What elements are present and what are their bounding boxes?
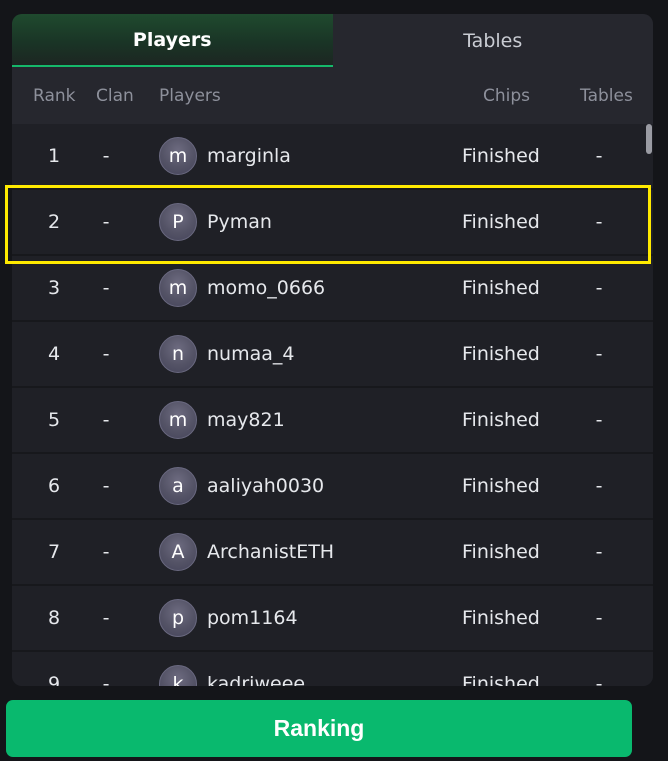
chips-cell: Finished: [462, 211, 540, 233]
chips-cell: Finished: [462, 145, 540, 167]
tables-cell: -: [595, 277, 603, 299]
tables-cell: -: [595, 541, 603, 563]
table-row[interactable]: 2 - P Pyman Finished -: [12, 190, 653, 256]
table-row[interactable]: 9 - k kadriweee Finished -: [12, 652, 653, 686]
player-name[interactable]: marginla: [207, 145, 291, 167]
leaderboard-panel: Players Tables Rank Clan Players Chips T…: [12, 14, 653, 686]
column-header-clan: Clan: [96, 86, 134, 106]
clan-cell: -: [102, 343, 110, 365]
tables-cell: -: [595, 673, 603, 686]
tab-tables[interactable]: Tables: [332, 14, 653, 67]
table-row[interactable]: 7 - A ArchanistETH Finished -: [12, 520, 653, 586]
column-header-chips: Chips: [483, 86, 531, 106]
player-name[interactable]: pom1164: [207, 607, 298, 629]
chips-cell: Finished: [462, 343, 540, 365]
avatar: m: [159, 401, 197, 439]
tab-bar: Players Tables: [12, 14, 653, 67]
table-row[interactable]: 8 - p pom1164 Finished -: [12, 586, 653, 652]
rank-cell: 2: [47, 211, 61, 233]
chips-cell: Finished: [462, 673, 540, 686]
chips-cell: Finished: [462, 277, 540, 299]
clan-cell: -: [102, 607, 110, 629]
clan-cell: -: [102, 475, 110, 497]
ranking-button[interactable]: Ranking: [6, 700, 632, 757]
chips-cell: Finished: [462, 409, 540, 431]
player-name[interactable]: kadriweee: [207, 673, 305, 686]
column-header-rank: Rank: [33, 86, 76, 106]
avatar: m: [159, 269, 197, 307]
column-header-tables: Tables: [580, 86, 633, 106]
player-list[interactable]: 1 - m marginla Finished - 2 - P Pyman Finished - 3 - m…: [12, 124, 653, 686]
avatar: A: [159, 533, 197, 571]
rank-cell: 8: [47, 607, 61, 629]
scrollbar-thumb[interactable]: [646, 124, 652, 154]
table-row[interactable]: 4 - n numaa_4 Finished -: [12, 322, 653, 388]
player-name[interactable]: ArchanistETH: [207, 541, 334, 563]
chips-cell: Finished: [462, 541, 540, 563]
clan-cell: -: [102, 673, 110, 686]
player-name[interactable]: Pyman: [207, 211, 272, 233]
player-name[interactable]: momo_0666: [207, 277, 325, 299]
clan-cell: -: [102, 277, 110, 299]
avatar: n: [159, 335, 197, 373]
clan-cell: -: [102, 145, 110, 167]
tables-cell: -: [595, 409, 603, 431]
chips-cell: Finished: [462, 607, 540, 629]
avatar: a: [159, 467, 197, 505]
table-row[interactable]: 5 - m may821 Finished -: [12, 388, 653, 454]
rank-cell: 7: [47, 541, 61, 563]
tables-cell: -: [595, 343, 603, 365]
scrollbar[interactable]: [644, 124, 653, 686]
tables-cell: -: [595, 211, 603, 233]
clan-cell: -: [102, 409, 110, 431]
tables-cell: -: [595, 607, 603, 629]
rank-cell: 4: [47, 343, 61, 365]
tab-players[interactable]: Players: [12, 14, 333, 67]
column-header-players: Players: [159, 86, 221, 106]
table-header: Rank Clan Players Chips Tables: [12, 67, 653, 124]
player-name[interactable]: numaa_4: [207, 343, 294, 365]
rank-cell: 1: [47, 145, 61, 167]
clan-cell: -: [102, 541, 110, 563]
table-row[interactable]: 1 - m marginla Finished -: [12, 124, 653, 190]
player-name[interactable]: aaliyah0030: [207, 475, 324, 497]
table-row[interactable]: 3 - m momo_0666 Finished -: [12, 256, 653, 322]
avatar: P: [159, 203, 197, 241]
player-name[interactable]: may821: [207, 409, 285, 431]
clan-cell: -: [102, 211, 110, 233]
tables-cell: -: [595, 145, 603, 167]
avatar: k: [159, 665, 197, 686]
rank-cell: 3: [47, 277, 61, 299]
avatar: p: [159, 599, 197, 637]
chips-cell: Finished: [462, 475, 540, 497]
avatar: m: [159, 137, 197, 175]
table-row[interactable]: 6 - a aaliyah0030 Finished -: [12, 454, 653, 520]
rank-cell: 9: [47, 673, 61, 686]
tables-cell: -: [595, 475, 603, 497]
rank-cell: 5: [47, 409, 61, 431]
rank-cell: 6: [47, 475, 61, 497]
